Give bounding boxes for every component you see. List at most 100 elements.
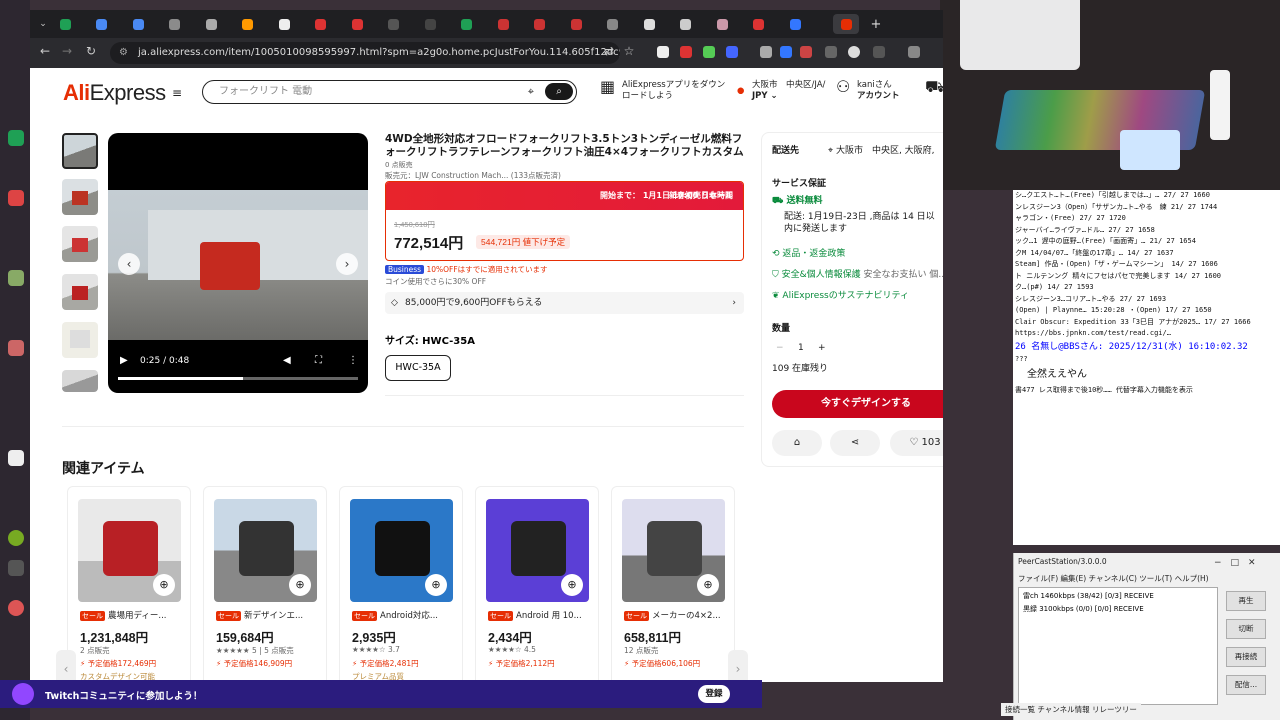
region-selector[interactable]: 大阪市 中央区/JA/JPY ⌄ <box>752 80 825 102</box>
buy-now-button[interactable]: 今すぐデザインする <box>772 390 943 418</box>
thumbnail[interactable] <box>62 226 98 262</box>
browser-tab[interactable] <box>529 14 551 34</box>
app-icon[interactable] <box>8 450 24 466</box>
add-to-cart-icon[interactable]: ⊕ <box>425 574 447 596</box>
app-icon[interactable] <box>8 130 24 146</box>
site-info-icon[interactable]: ⚙ <box>119 42 128 64</box>
browser-tab[interactable] <box>565 14 587 34</box>
qty-plus-button[interactable]: + <box>818 342 826 354</box>
extension-icon[interactable] <box>780 46 792 58</box>
browser-tab[interactable] <box>200 14 222 34</box>
related-item-card[interactable]: ⊕ セール Android対応... 2,935円 ★★★★☆ 3.7 ⚡ 予定価格2,4… <box>339 486 463 682</box>
extension-icon[interactable] <box>848 46 860 58</box>
app-icon[interactable] <box>8 530 24 546</box>
product-image[interactable]: ⊕ <box>350 499 453 602</box>
new-tab-button[interactable]: + <box>865 14 887 34</box>
product-image[interactable]: ⊕ <box>622 499 725 602</box>
browser-tab[interactable] <box>346 14 368 34</box>
qty-value[interactable]: 1 <box>798 342 804 354</box>
browser-tab[interactable] <box>91 14 113 34</box>
back-icon[interactable]: ← <box>38 44 52 58</box>
browser-tab[interactable] <box>711 14 733 34</box>
cart-icon[interactable]: ⛟ <box>925 79 943 95</box>
add-to-cart-icon[interactable]: ⊕ <box>561 574 583 596</box>
app-icon[interactable] <box>8 560 24 576</box>
fullscreen-icon[interactable]: ⛶ <box>315 355 322 366</box>
channel-row[interactable]: 黒録 3100kbps (0/0) [0/0] RECEIVE <box>1019 604 1217 614</box>
app-download-link[interactable]: AliExpressアプリをダウン ロードしよう <box>622 80 725 102</box>
tab-active[interactable] <box>833 14 859 34</box>
disconnect-button[interactable]: 切断 <box>1226 619 1266 639</box>
register-button[interactable]: 登録 <box>698 685 730 703</box>
browser-tab[interactable] <box>419 14 441 34</box>
thumbnail[interactable] <box>62 179 98 215</box>
camera-search-icon[interactable]: ⌖ <box>528 81 534 102</box>
browser-tab[interactable] <box>748 14 770 34</box>
store-button[interactable]: ⌂ <box>772 430 822 456</box>
extension-icon[interactable] <box>657 46 669 58</box>
returns-policy[interactable]: ⟲ 返品・返金政策 <box>772 248 845 260</box>
related-item-card[interactable]: ⊕ セール 新デザインエ... 159,684円 ★★★★★ 5 | 5 点販売 ⚡ 予定… <box>203 486 327 682</box>
browser-tab[interactable] <box>492 14 514 34</box>
size-option-button[interactable]: HWC-35A <box>385 355 451 381</box>
sustainability-link[interactable]: ❦ AliExpressのサステナビリティ <box>772 290 909 302</box>
search-button[interactable]: ⌕ <box>545 83 573 100</box>
safety-info[interactable]: ⛉ 安全&個人情報保護 安全なお支払い 個... <box>772 269 943 281</box>
next-media-button[interactable]: › <box>336 253 358 275</box>
qty-minus-button[interactable]: − <box>776 342 784 354</box>
wishlist-button[interactable]: ♡ 103 <box>890 430 943 456</box>
channel-row[interactable]: 雷ch 1460kbps (38/42) [0/3] RECEIVE <box>1019 588 1217 604</box>
product-image[interactable]: ⊕ <box>78 499 181 602</box>
extension-icon[interactable] <box>680 46 692 58</box>
thumbnail-video[interactable] <box>62 133 98 169</box>
extension-icon[interactable] <box>825 46 837 58</box>
browser-tab[interactable] <box>237 14 259 34</box>
aliexpress-logo[interactable]: AliExpress <box>63 80 166 106</box>
browser-tab[interactable] <box>383 14 405 34</box>
browser-tab[interactable] <box>602 14 624 34</box>
volume-icon[interactable]: ◀ <box>283 355 291 366</box>
product-image[interactable]: ⊕ <box>214 499 317 602</box>
translate-icon[interactable]: ⇄ <box>602 44 616 58</box>
app-icon[interactable] <box>8 190 24 206</box>
extensions-puzzle-icon[interactable] <box>873 46 885 58</box>
play-button[interactable]: 再生 <box>1226 591 1266 611</box>
browser-tab[interactable] <box>310 14 332 34</box>
coupon-banner[interactable]: ◇ 85,000円で9,600円OFFもらえる › <box>385 292 744 314</box>
account-menu[interactable]: kaniさん アカウント <box>857 80 900 102</box>
extension-icon[interactable] <box>800 46 812 58</box>
peercast-tabs[interactable]: 接続一覧 チャンネル情報 リレーツリー <box>1001 703 1141 716</box>
thumbnail[interactable] <box>62 370 98 392</box>
extension-icon[interactable] <box>726 46 738 58</box>
carousel-next-button[interactable]: › <box>728 650 748 682</box>
reconnect-button[interactable]: 再接続 <box>1226 647 1266 667</box>
free-shipping[interactable]: ⛟ 送料無料 <box>772 195 822 207</box>
extension-icon[interactable] <box>703 46 715 58</box>
share-button[interactable]: ⋖ <box>830 430 880 456</box>
thumbnail[interactable] <box>62 274 98 310</box>
browser-tab[interactable] <box>638 14 660 34</box>
more-options-icon[interactable]: ⋮ <box>348 355 358 366</box>
broadcast-button[interactable]: 配信... <box>1226 675 1266 695</box>
add-to-cart-icon[interactable]: ⊕ <box>289 574 311 596</box>
tab-list-button[interactable]: ⌄ <box>32 14 54 34</box>
browser-tab[interactable] <box>784 14 806 34</box>
video-progress-track[interactable] <box>118 377 358 380</box>
app-icon[interactable] <box>8 340 24 356</box>
password-key-icon[interactable] <box>908 46 920 58</box>
user-icon[interactable]: ⚇ <box>836 79 850 95</box>
add-to-cart-icon[interactable]: ⊕ <box>697 574 719 596</box>
prev-media-button[interactable]: ‹ <box>118 253 140 275</box>
qr-icon[interactable]: ▦ <box>600 79 615 95</box>
browser-tab[interactable] <box>675 14 697 34</box>
bookmark-star-icon[interactable]: ☆ <box>622 44 636 58</box>
app-icon[interactable] <box>8 600 24 616</box>
related-item-card[interactable]: ⊕ セール Android 用 10... 2,434円 ★★★★☆ 4.5 ⚡ 予定価格… <box>475 486 599 682</box>
ship-to-value[interactable]: ⌖ 大阪市 中央区, 大阪府, <box>828 145 935 157</box>
window-controls[interactable]: − □ ✕ <box>1214 555 1256 568</box>
browser-tab[interactable] <box>164 14 186 34</box>
peercast-menu[interactable]: ファイル(F) 編集(E) チャンネル(C) ツール(T) ヘルプ(H) <box>1018 573 1209 584</box>
reload-icon[interactable]: ↻ <box>84 44 98 58</box>
browser-tab[interactable] <box>456 14 478 34</box>
product-image[interactable]: ⊕ <box>486 499 589 602</box>
